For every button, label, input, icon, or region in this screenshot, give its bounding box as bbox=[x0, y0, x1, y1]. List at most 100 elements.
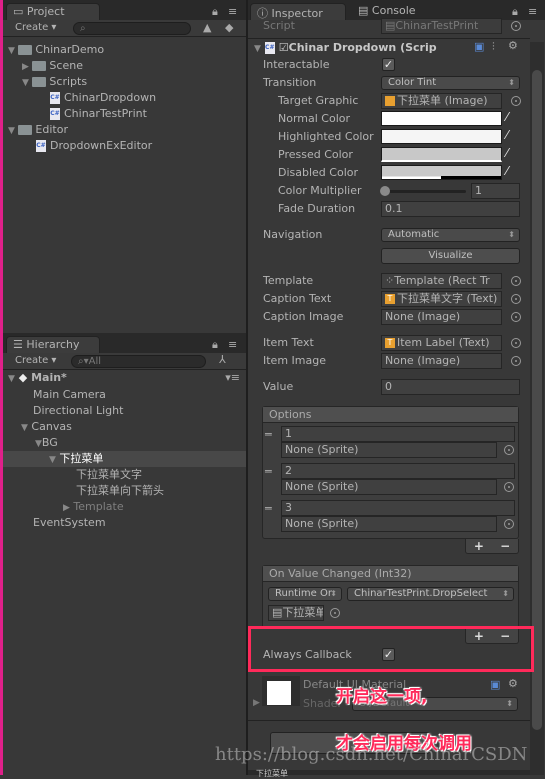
gear-icon[interactable]: ⚙ bbox=[508, 677, 518, 690]
interactable-checkbox[interactable]: ✓ bbox=[382, 58, 395, 71]
hierarchy-item[interactable]: ▼BG bbox=[3, 435, 246, 451]
object-picker-icon[interactable] bbox=[504, 519, 514, 529]
color-multiplier-slider[interactable] bbox=[383, 190, 466, 193]
filter-by-type-icon[interactable]: ▲ bbox=[203, 21, 211, 34]
object-picker-icon[interactable] bbox=[511, 356, 521, 366]
help-icon[interactable]: ▣ bbox=[490, 678, 500, 691]
hierarchy-item-inactive[interactable]: ▶ Template bbox=[3, 499, 246, 515]
tree-item-chinardropdown[interactable]: C# ChinarDropdown bbox=[0, 90, 246, 106]
tab-project[interactable]: ▭ Project bbox=[6, 3, 100, 20]
divider bbox=[248, 38, 530, 39]
lock-icon[interactable]: 🔒︎ bbox=[512, 5, 518, 19]
hierarchy-item[interactable]: Main Camera bbox=[3, 387, 246, 403]
eyedropper-icon[interactable]: ⁄ bbox=[506, 128, 508, 142]
visualize-button[interactable]: Visualize bbox=[381, 248, 520, 264]
bottom-tab[interactable]: 下拉菜单 bbox=[256, 768, 288, 779]
hierarchy-item[interactable]: Directional Light bbox=[3, 403, 246, 419]
disabled-color-label: Disabled Color bbox=[278, 166, 359, 179]
tree-item-chinardemo[interactable]: ▼ ChinarDemo bbox=[0, 42, 246, 58]
caption-text-field[interactable]: T 下拉菜单文字 (Text) bbox=[381, 291, 502, 307]
text-icon: T bbox=[385, 338, 395, 348]
gear-icon[interactable]: ⚙ bbox=[508, 39, 518, 52]
expand-arrow-icon[interactable]: ▶ bbox=[253, 698, 260, 708]
component-header[interactable]: ▼ C# ☑Chinar Dropdown (Scrip bbox=[254, 40, 437, 56]
event-target-object-field[interactable]: ▤下拉菜单 bbox=[268, 605, 324, 621]
csharp-script-icon: C# bbox=[50, 92, 60, 104]
option-text-input[interactable]: 3 bbox=[281, 500, 515, 516]
target-graphic-field[interactable]: 下拉菜单 (Image) bbox=[381, 93, 502, 109]
create-button[interactable]: Create ▾ bbox=[9, 21, 62, 34]
csharp-script-icon: C# bbox=[50, 108, 60, 120]
option-image-field[interactable]: None (Sprite) bbox=[281, 516, 497, 532]
target-graphic-label: Target Graphic bbox=[278, 94, 359, 107]
navigation-dropdown[interactable]: Automatic bbox=[381, 228, 520, 242]
navigation-label: Navigation bbox=[263, 228, 323, 241]
drag-handle-icon[interactable]: ═ bbox=[265, 428, 272, 441]
object-picker-icon[interactable] bbox=[511, 96, 521, 106]
component-enabled-checkbox[interactable]: ☑ bbox=[279, 41, 289, 54]
tree-item-dropdownexeditor[interactable]: C# DropdownExEditor bbox=[0, 138, 246, 154]
scene-header[interactable]: ▼ ◆ Main* ▾≡ bbox=[3, 370, 246, 386]
object-picker-icon[interactable] bbox=[504, 445, 514, 455]
object-picker-icon[interactable] bbox=[511, 276, 521, 286]
tree-item-scripts[interactable]: ▼ Scripts bbox=[0, 74, 246, 90]
object-picker-icon[interactable] bbox=[511, 294, 521, 304]
lock-icon[interactable]: 🔒︎ bbox=[212, 338, 218, 352]
hierarchy-item[interactable]: 下拉菜单文字 bbox=[3, 467, 246, 483]
option-image-field[interactable]: None (Sprite) bbox=[281, 442, 497, 458]
lock-icon[interactable]: 🔒︎ bbox=[212, 5, 218, 19]
value-input[interactable]: 0 bbox=[381, 379, 520, 395]
transition-dropdown[interactable]: Color Tint bbox=[381, 76, 520, 90]
drag-handle-icon[interactable]: ═ bbox=[265, 465, 272, 478]
option-text-input[interactable]: 1 bbox=[281, 426, 515, 442]
scene-menu-icon[interactable]: ▾≡ bbox=[225, 370, 240, 386]
hierarchy-search-input[interactable]: ⌕▾All bbox=[71, 355, 206, 368]
eyedropper-icon[interactable]: ⁄ bbox=[506, 110, 508, 124]
item-image-field[interactable]: None (Image) bbox=[381, 353, 502, 369]
option-text-input[interactable]: 2 bbox=[281, 463, 515, 479]
pressed-color-swatch[interactable] bbox=[381, 147, 502, 162]
folder-icon bbox=[32, 61, 47, 71]
template-field[interactable]: ⁘Template (Rect Tr bbox=[381, 273, 502, 289]
tab-console[interactable]: ▤ Console bbox=[358, 4, 416, 17]
normal-color-swatch[interactable] bbox=[381, 111, 502, 126]
option-image-field[interactable]: None (Sprite) bbox=[281, 479, 497, 495]
object-picker-icon[interactable] bbox=[511, 338, 521, 348]
item-text-field[interactable]: T Item Label (Text) bbox=[381, 335, 502, 351]
color-multiplier-input[interactable]: 1 bbox=[471, 183, 520, 199]
function-dropdown[interactable]: ChinarTestPrint.DropSelect bbox=[347, 587, 514, 601]
panel-menu-icon[interactable]: ≡ bbox=[228, 338, 237, 351]
tree-item-chinartestprint[interactable]: C# ChinarTestPrint bbox=[0, 106, 246, 122]
add-remove-option-buttons[interactable]: + − bbox=[465, 539, 519, 554]
fade-duration-input[interactable]: 0.1 bbox=[381, 201, 520, 217]
hierarchy-item[interactable]: EventSystem bbox=[3, 515, 246, 531]
panel-menu-icon[interactable]: ≡ bbox=[228, 5, 237, 18]
label-tag-icon[interactable]: ◆ bbox=[225, 21, 233, 34]
help-icon[interactable]: ▣ bbox=[474, 40, 484, 53]
panel-menu-icon[interactable]: ≡ bbox=[528, 5, 537, 18]
preset-icon[interactable]: ⫶ bbox=[492, 40, 495, 54]
object-picker-icon[interactable] bbox=[504, 482, 514, 492]
hierarchy-list: Main Camera Directional Light ▼ Canvas ▼… bbox=[3, 387, 246, 531]
scene-visibility-icon[interactable]: ⅄ bbox=[219, 353, 226, 366]
hierarchy-item-selected[interactable]: ▼ 下拉菜单 bbox=[3, 451, 246, 467]
tree-item-editor[interactable]: ▼ Editor bbox=[0, 122, 246, 138]
disabled-color-swatch[interactable] bbox=[381, 165, 502, 180]
object-picker-icon[interactable] bbox=[511, 312, 521, 322]
create-button[interactable]: Create ▾ bbox=[9, 354, 62, 367]
eyedropper-icon[interactable]: ⁄ bbox=[506, 146, 508, 160]
runtime-mode-dropdown[interactable]: Runtime Or bbox=[268, 587, 342, 601]
project-search-input[interactable]: ⌕ bbox=[73, 22, 191, 35]
eyedropper-icon[interactable]: ⁄ bbox=[506, 164, 508, 178]
drag-handle-icon[interactable]: ═ bbox=[265, 502, 272, 515]
slider-thumb[interactable] bbox=[380, 186, 390, 196]
hierarchy-item[interactable]: 下拉菜单向下箭头 bbox=[3, 483, 246, 499]
hierarchy-item[interactable]: ▼ Canvas bbox=[3, 419, 246, 435]
highlighted-color-swatch[interactable] bbox=[381, 129, 502, 144]
caption-image-field[interactable]: None (Image) bbox=[381, 309, 502, 325]
object-picker-icon[interactable] bbox=[330, 608, 340, 618]
object-picker-icon[interactable] bbox=[511, 21, 521, 31]
tab-hierarchy[interactable]: ☰ Hierarchy bbox=[6, 336, 100, 353]
tree-item-scene[interactable]: ▶ Scene bbox=[0, 58, 246, 74]
folder-icon bbox=[18, 125, 33, 135]
